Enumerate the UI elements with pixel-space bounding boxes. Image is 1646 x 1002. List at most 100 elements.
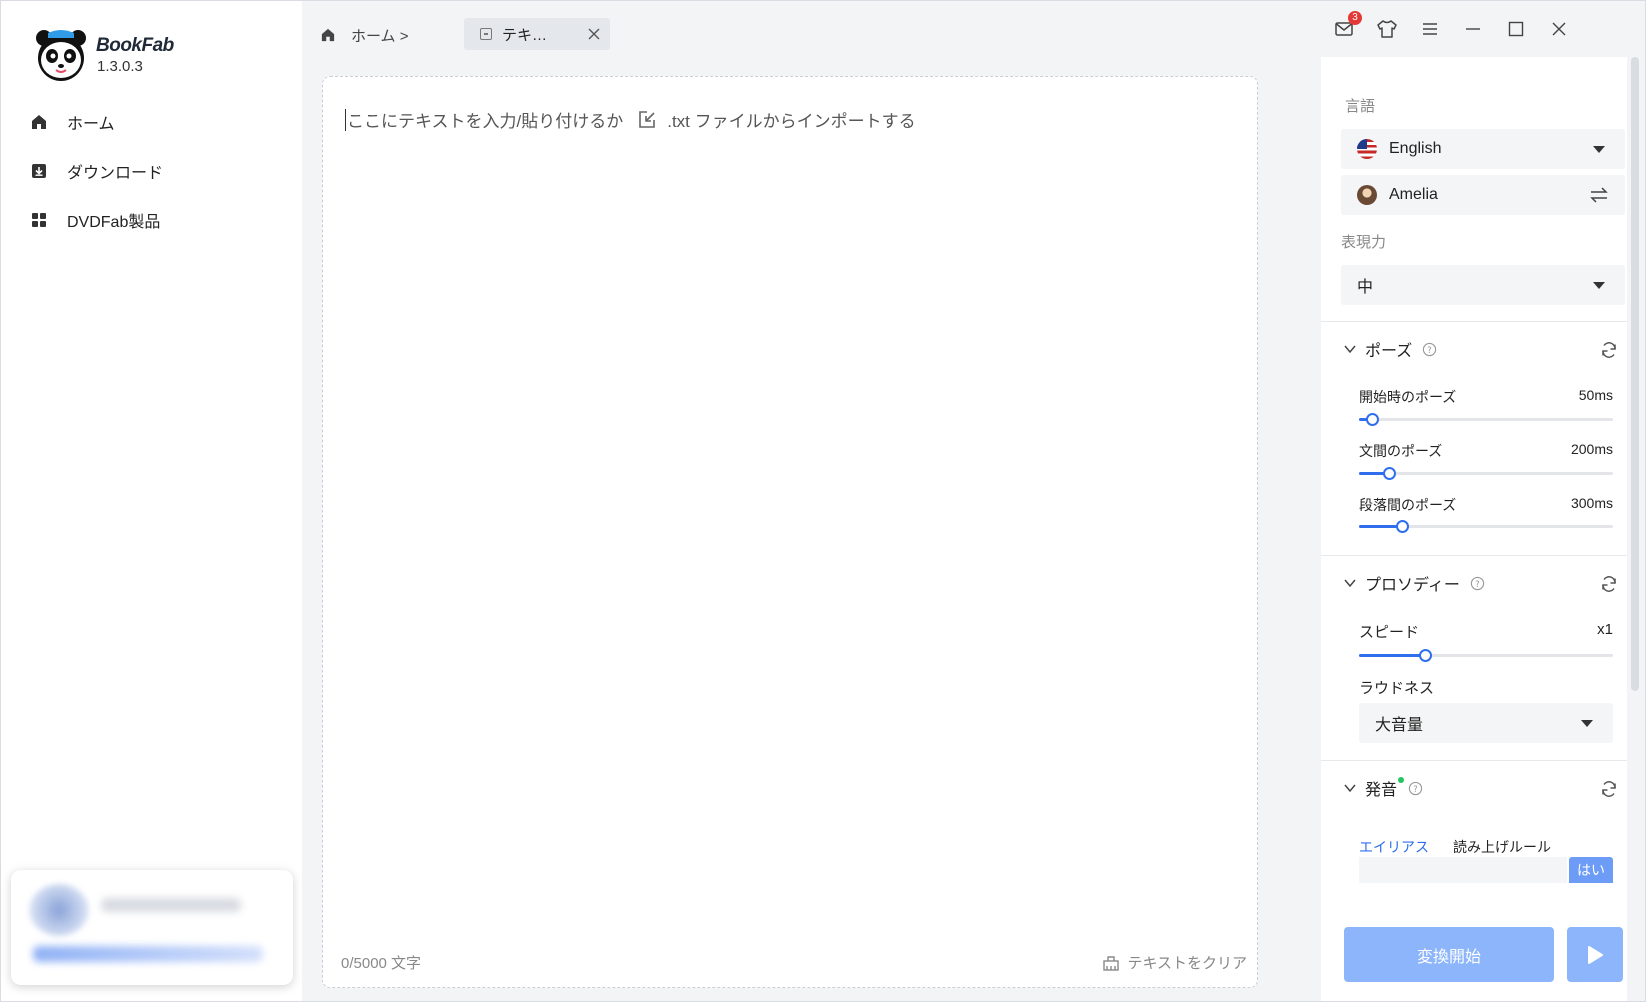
sidebar-item-download[interactable]: ダウンロード: [29, 155, 279, 187]
pause-title: ポーズ: [1365, 343, 1413, 360]
close-icon: [1552, 22, 1566, 36]
speed-row: スピード x1: [1359, 621, 1613, 642]
editor-placeholder: ここにテキストを入力/貼り付けるか .txt ファイルからインポートする: [345, 107, 916, 132]
pause-sentence-slider[interactable]: [1359, 467, 1613, 480]
maximize-icon: [1508, 21, 1524, 37]
chevron-down-icon: [1593, 282, 1605, 289]
pause-paragraph-value: 300ms: [1570, 495, 1613, 511]
start-convert-button[interactable]: 変換開始: [1344, 927, 1554, 982]
sidebar-item-label: ホーム: [67, 116, 115, 133]
grid-icon: [29, 210, 49, 230]
expressiveness-value: 中: [1357, 279, 1374, 296]
divider: [1321, 555, 1627, 556]
notification-badge: 3: [1348, 11, 1362, 25]
promo-link-blur: [33, 946, 263, 962]
close-icon[interactable]: [586, 26, 602, 42]
minimize-icon: [1466, 28, 1480, 30]
home-icon: [321, 28, 335, 42]
pause-section-toggle[interactable]: ポーズ ?: [1343, 337, 1437, 361]
voice-select[interactable]: Amelia: [1341, 175, 1625, 215]
speed-slider[interactable]: [1359, 649, 1613, 662]
reset-icon[interactable]: [1599, 340, 1619, 360]
svg-text:?: ?: [1427, 344, 1431, 354]
loudness-select[interactable]: 大音量: [1359, 703, 1613, 743]
svg-text:?: ?: [1413, 783, 1417, 793]
promo-image: [29, 884, 89, 936]
help-icon[interactable]: ?: [1422, 342, 1437, 357]
theme-button[interactable]: [1375, 17, 1399, 41]
reset-icon[interactable]: [1599, 779, 1619, 799]
minimize-button[interactable]: [1461, 17, 1485, 41]
help-icon[interactable]: ?: [1470, 576, 1485, 591]
shirt-icon: [1377, 20, 1397, 38]
chevron-down-icon: [1593, 146, 1605, 153]
menu-button[interactable]: [1418, 17, 1442, 41]
chevron-down-icon: [1343, 781, 1357, 795]
pause-start-row: 開始時のポーズ 50ms: [1359, 387, 1613, 407]
yes-button[interactable]: はい: [1569, 857, 1613, 883]
download-icon: [29, 161, 49, 181]
loudness-value: 大音量: [1375, 717, 1424, 734]
mail-button[interactable]: 3: [1332, 11, 1362, 41]
close-window-button[interactable]: [1547, 17, 1571, 41]
loudness-label: ラウドネス: [1359, 680, 1435, 697]
maximize-button[interactable]: [1504, 17, 1528, 41]
text-editor[interactable]: ここにテキストを入力/貼り付けるか .txt ファイルからインポートする 0/5…: [322, 76, 1258, 988]
voice-value: Amelia: [1389, 186, 1438, 203]
pause-paragraph-row: 段落間のポーズ 300ms: [1359, 495, 1613, 515]
text-caret: [345, 108, 346, 131]
pronunciation-title: 発音: [1365, 782, 1398, 799]
breadcrumb-label: ホーム >: [351, 27, 409, 45]
help-icon[interactable]: ?: [1408, 781, 1423, 796]
language-select[interactable]: English: [1341, 129, 1625, 169]
pause-sentence-row: 文間のポーズ 200ms: [1359, 441, 1613, 461]
svg-text:?: ?: [1475, 578, 1479, 588]
divider: [1321, 760, 1627, 761]
pause-paragraph-slider[interactable]: [1359, 520, 1613, 533]
speed-label: スピード: [1359, 624, 1420, 641]
tab-label: テキ…: [502, 26, 548, 44]
pause-start-slider[interactable]: [1359, 413, 1613, 426]
breadcrumb[interactable]: ホーム >: [321, 23, 408, 47]
import-icon[interactable]: [637, 110, 657, 130]
language-value: English: [1389, 140, 1442, 157]
char-counter: 0/5000 文字: [341, 955, 422, 972]
play-preview-button[interactable]: [1567, 927, 1623, 982]
sidebar-item-home[interactable]: ホーム: [29, 106, 279, 138]
chevron-down-icon: [1343, 342, 1357, 356]
reset-icon[interactable]: [1599, 574, 1619, 594]
prosody-title: プロソディー: [1365, 577, 1460, 594]
pause-sentence-value: 200ms: [1570, 441, 1613, 457]
pause-paragraph-label: 段落間のポーズ: [1359, 497, 1457, 513]
chevron-down-icon: [1581, 720, 1593, 727]
menu-icon: [1423, 23, 1437, 35]
pronunciation-section-toggle[interactable]: 発音 ?: [1343, 776, 1423, 800]
expressiveness-select[interactable]: 中: [1341, 265, 1625, 305]
loudness-row: ラウドネス: [1359, 677, 1613, 698]
clear-text-label: テキストをクリア: [1127, 955, 1247, 972]
sidebar-item-dvdfab-products[interactable]: DVDFab製品: [29, 204, 279, 236]
promo-card[interactable]: [11, 870, 293, 985]
panel-scrollbar[interactable]: [1631, 57, 1639, 691]
pause-start-value: 50ms: [1578, 387, 1613, 403]
avatar: [1357, 185, 1377, 205]
clear-text-button[interactable]: テキストをクリア: [1102, 952, 1247, 973]
home-icon: [29, 112, 49, 132]
speed-value: x1: [1597, 621, 1613, 638]
prosody-section-toggle[interactable]: プロソディー ?: [1343, 571, 1485, 595]
app-version: 1.3.0.3: [97, 58, 143, 75]
pause-sentence-label: 文間のポーズ: [1359, 443, 1443, 459]
promo-text-blur: [101, 898, 241, 912]
chevron-down-icon: [1343, 576, 1357, 590]
settings-panel: 言語 English Amelia 表現力 中 ポーズ ? 開始時のポーズ 50…: [1321, 57, 1627, 1001]
import-txt-link[interactable]: .txt ファイルからインポートする: [667, 107, 915, 132]
tab-text[interactable]: テキ…: [464, 18, 610, 50]
divider: [1321, 321, 1627, 322]
alias-input[interactable]: [1359, 857, 1567, 883]
us-flag-icon: [1357, 139, 1377, 159]
swap-icon: [1590, 187, 1608, 203]
sidebar-item-label: DVDFab製品: [67, 214, 161, 231]
sidebar: BookFab 1.3.0.3 ホーム ダウンロード DVDFab製品: [1, 1, 302, 1001]
eraser-icon: [1102, 954, 1120, 972]
new-indicator: [1398, 777, 1405, 783]
